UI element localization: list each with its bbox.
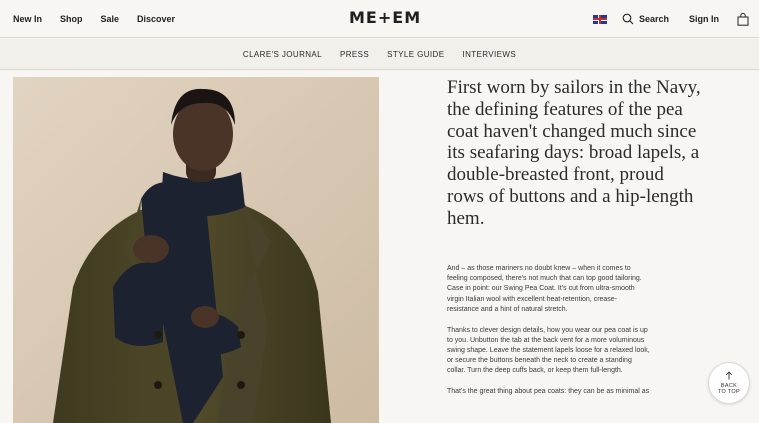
back-to-top-button[interactable]: BACK TO TOP	[708, 362, 750, 404]
headline-line: hem.	[447, 207, 485, 229]
article-headline: First worn by sailors in the Navy, the d…	[447, 77, 707, 230]
headline-line: First worn by sailors in the Navy,	[447, 77, 701, 98]
body-line: feeling composed, there's not much that …	[447, 275, 642, 283]
search-button[interactable]: Search	[622, 13, 669, 25]
body-line: or secure the buttons beneath the neck t…	[447, 357, 632, 365]
headline-line: rows of buttons and a hip-length	[447, 185, 694, 207]
body-line: Thanks to clever design details, how you…	[447, 326, 648, 334]
body-line: collar. Turn the deep cuffs back, or kee…	[447, 367, 623, 375]
arrow-up-icon	[725, 370, 733, 379]
uk-flag-icon[interactable]	[592, 14, 607, 24]
search-label: Search	[638, 14, 669, 24]
body-paragraph-2: Thanks to clever design details, how you…	[447, 326, 697, 377]
search-icon	[622, 13, 634, 25]
subnav-style-guide[interactable]: STYLE GUIDE	[387, 50, 444, 59]
body-line: Case in point: our Swing Pea Coat. It's …	[447, 285, 635, 293]
subnav-press[interactable]: PRESS	[340, 50, 369, 59]
body-line: That's the great thing about pea coats: …	[447, 388, 650, 396]
nav-shop[interactable]: Shop	[60, 14, 83, 24]
body-line: virgin Italian wool with excellent heat-…	[447, 295, 618, 303]
journal-subnav: CLARE'S JOURNAL PRESS STYLE GUIDE INTERV…	[0, 39, 759, 70]
utility-nav: Search Sign In	[592, 0, 749, 38]
article-body: And – as those mariners no doubt knew – …	[447, 264, 697, 408]
body-line: swing shape. Leave the statement lapels …	[447, 346, 650, 354]
headline-line: double-breasted front, proud	[447, 164, 664, 186]
nav-discover[interactable]: Discover	[137, 14, 175, 24]
body-paragraph-1: And – as those mariners no doubt knew – …	[447, 264, 697, 315]
body-line: And – as those mariners no doubt knew – …	[447, 265, 631, 272]
body-line: resistance and a hint of natural stretch…	[447, 305, 568, 313]
brand-logo[interactable]: ME+EM	[349, 8, 421, 27]
nav-sale[interactable]: Sale	[101, 14, 120, 24]
bag-icon[interactable]	[737, 12, 749, 26]
subnav-interviews[interactable]: INTERVIEWS	[462, 50, 516, 59]
headline-line: the defining features of the pea	[447, 98, 683, 120]
primary-nav: New In Shop Sale Discover	[13, 0, 175, 38]
top-header: New In Shop Sale Discover ME+EM Search S…	[0, 0, 759, 38]
sign-in-link[interactable]: Sign In	[689, 14, 719, 24]
back-to-top-label-2: TO TOP	[718, 389, 740, 395]
nav-new-in[interactable]: New In	[13, 14, 42, 24]
woman-pea-coat-image	[13, 77, 379, 423]
article-photo	[13, 77, 379, 423]
body-paragraph-3: That's the great thing about pea coats: …	[447, 387, 697, 397]
headline-line: its seafaring days: broad lapels, a	[447, 142, 700, 164]
headline-line: coat haven't changed much since	[447, 120, 697, 142]
subnav-clares-journal[interactable]: CLARE'S JOURNAL	[243, 50, 322, 59]
body-line: to you. Unbutton the tab at the back ven…	[447, 336, 645, 344]
